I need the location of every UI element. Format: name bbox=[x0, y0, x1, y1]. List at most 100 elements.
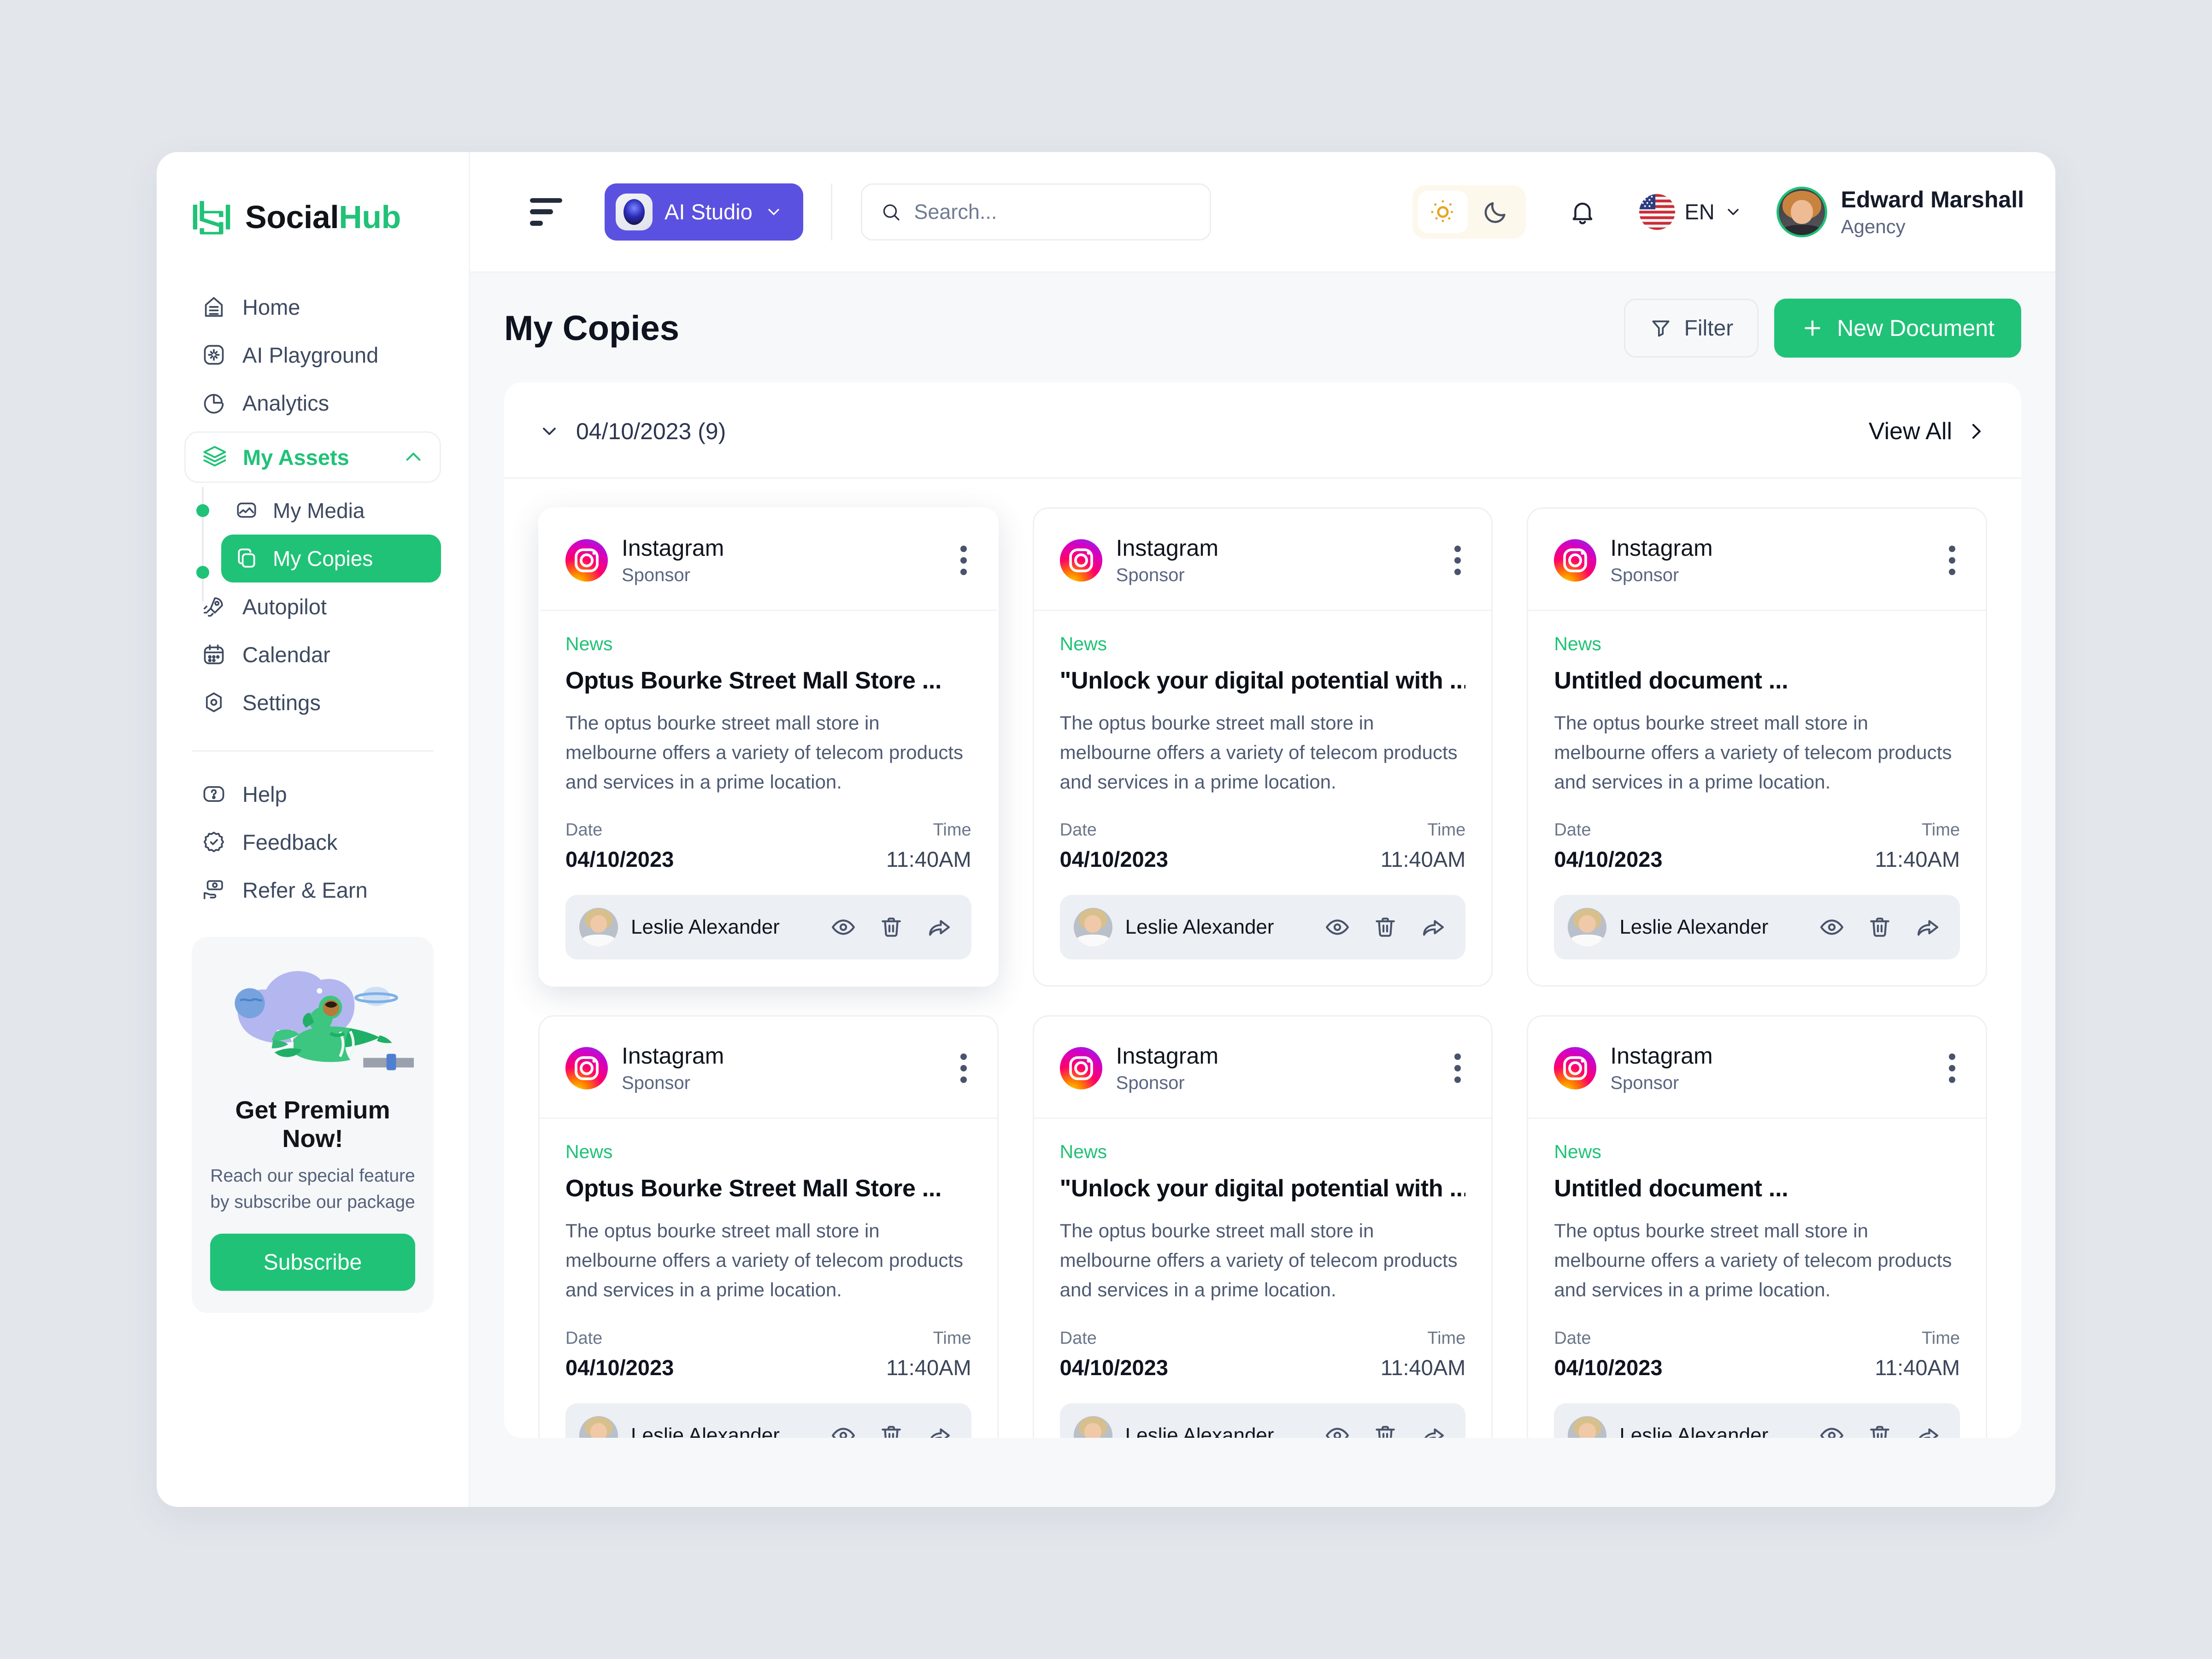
card-footer: Leslie Alexander bbox=[565, 1403, 971, 1438]
hamburger-menu-icon[interactable] bbox=[530, 198, 562, 226]
filter-button[interactable]: Filter bbox=[1624, 299, 1759, 358]
copy-card-4[interactable]: Instagram Sponsor News Optus Bourke Stre… bbox=[538, 1015, 999, 1438]
card-date-label: Date bbox=[1059, 820, 1097, 840]
kebab-menu-icon[interactable] bbox=[1450, 541, 1465, 580]
bell-icon[interactable] bbox=[1568, 196, 1597, 228]
sidebar-item-label: Help bbox=[242, 782, 287, 806]
chevron-down-icon bbox=[768, 208, 779, 215]
card-date-col: Date 04/10/2023 bbox=[1060, 820, 1168, 872]
instagram-logo-icon bbox=[1554, 539, 1597, 582]
card-source-name: Instagram bbox=[1610, 535, 1713, 561]
sidebar-item-feedback[interactable]: Feedback bbox=[184, 818, 441, 866]
eye-icon[interactable] bbox=[1324, 1423, 1350, 1438]
sidebar-item-calendar[interactable]: Calendar bbox=[184, 630, 441, 678]
date-group-toggle[interactable]: 04/10/2023 (9) bbox=[538, 418, 726, 445]
sidebar-item-my-media[interactable]: My Media bbox=[221, 487, 441, 535]
filter-funnel-icon bbox=[1652, 320, 1670, 337]
kebab-menu-icon[interactable] bbox=[956, 541, 971, 580]
card-footer: Leslie Alexander bbox=[1554, 1403, 1960, 1438]
content-area: My Copies Filter New Document 04/10/2023… bbox=[470, 273, 2055, 1507]
sidebar-item-analytics[interactable]: Analytics bbox=[184, 379, 441, 427]
sidebar-item-label: Feedback bbox=[242, 830, 338, 854]
author-name: Leslie Alexander bbox=[1619, 1424, 1769, 1438]
sidebar-item-help[interactable]: Help bbox=[184, 770, 441, 818]
new-document-button[interactable]: New Document bbox=[1774, 299, 2021, 358]
sidebar-item-my-copies[interactable]: My Copies bbox=[221, 535, 441, 582]
card-description: The optus bourke street mall store in me… bbox=[1059, 1220, 1458, 1301]
card-date-value: 04/10/2023 bbox=[1059, 1355, 1168, 1380]
card-date-value: 04/10/2023 bbox=[565, 847, 674, 872]
view-all-link[interactable]: View All bbox=[1869, 418, 1987, 445]
app-window: SocialHub Home AI Playground Analytics M… bbox=[157, 152, 2055, 1507]
sidebar-item-autopilot[interactable]: Autopilot bbox=[184, 582, 441, 630]
copy-card-2[interactable]: Instagram Sponsor News "Unlock your digi… bbox=[1032, 507, 1493, 987]
share-icon[interactable] bbox=[1420, 1423, 1446, 1438]
new-document-button-label: New Document bbox=[1837, 315, 1994, 341]
trash-icon[interactable] bbox=[1372, 1423, 1398, 1438]
profile-role: Agency bbox=[1841, 215, 1906, 237]
sidebar-item-settings[interactable]: Settings bbox=[184, 678, 441, 726]
card-header: Instagram Sponsor bbox=[1034, 509, 1492, 611]
card-actions bbox=[830, 1423, 952, 1438]
eye-icon[interactable] bbox=[1324, 914, 1350, 940]
card-title: Optus Bourke Street Mall Store ... bbox=[565, 1175, 942, 1202]
author-avatar bbox=[1073, 1416, 1112, 1438]
copy-card-1[interactable]: Instagram Sponsor News Optus Bourke Stre… bbox=[538, 507, 999, 987]
share-icon[interactable] bbox=[1915, 914, 1941, 940]
card-body: News Optus Bourke Street Mall Store ... … bbox=[540, 611, 997, 872]
card-meta-row: Date 04/10/2023 Time 11:40AM bbox=[565, 820, 971, 872]
search-icon bbox=[883, 204, 900, 220]
copies-stack-icon bbox=[235, 547, 259, 571]
eye-icon[interactable] bbox=[830, 1423, 856, 1438]
copy-card-5[interactable]: Instagram Sponsor News "Unlock your digi… bbox=[1032, 1015, 1493, 1438]
theme-light-option[interactable] bbox=[1418, 190, 1468, 233]
subscribe-button[interactable]: Subscribe bbox=[210, 1234, 415, 1291]
card-description: The optus bourke street mall store in me… bbox=[1554, 712, 1952, 793]
sidebar-divider bbox=[192, 750, 434, 752]
brand-logo-area[interactable]: SocialHub bbox=[157, 180, 469, 237]
author-name: Leslie Alexander bbox=[1125, 1424, 1274, 1438]
trash-icon[interactable] bbox=[1372, 914, 1398, 940]
profile-menu[interactable]: Edward Marshall Agency bbox=[1776, 186, 2024, 238]
sidebar: SocialHub Home AI Playground Analytics M… bbox=[157, 152, 470, 1507]
search-input[interactable] bbox=[914, 200, 1191, 224]
card-source-sub: Sponsor bbox=[1610, 565, 1679, 585]
kebab-menu-icon[interactable] bbox=[1944, 541, 1960, 580]
sidebar-group-my-assets[interactable]: My Assets bbox=[184, 431, 441, 483]
copy-card-3[interactable]: Instagram Sponsor News Untitled document… bbox=[1527, 507, 1987, 987]
share-icon[interactable] bbox=[1915, 1423, 1941, 1438]
trash-icon[interactable] bbox=[878, 1423, 904, 1438]
card-source-sub: Sponsor bbox=[1116, 1073, 1185, 1094]
subnav-dot bbox=[196, 504, 209, 517]
share-icon[interactable] bbox=[926, 1423, 952, 1438]
card-title: "Unlock your digital potential with ... bbox=[1059, 1175, 1466, 1202]
sidebar-item-home[interactable]: Home bbox=[184, 283, 441, 331]
card-header: Instagram Sponsor bbox=[1034, 1017, 1492, 1119]
kebab-menu-icon[interactable] bbox=[1450, 1049, 1465, 1088]
sidebar-item-ai-playground[interactable]: AI Playground bbox=[184, 331, 441, 379]
search-box[interactable] bbox=[860, 183, 1211, 241]
eye-icon[interactable] bbox=[1819, 914, 1845, 940]
trash-icon[interactable] bbox=[1867, 1423, 1893, 1438]
ai-studio-dropdown[interactable]: AI Studio bbox=[605, 183, 803, 241]
card-source-sub: Sponsor bbox=[1116, 565, 1185, 585]
chevron-up-icon[interactable] bbox=[403, 447, 424, 468]
card-source-name: Instagram bbox=[1116, 1043, 1218, 1069]
share-icon[interactable] bbox=[1420, 914, 1446, 940]
eye-icon[interactable] bbox=[1819, 1423, 1845, 1438]
share-icon[interactable] bbox=[926, 914, 952, 940]
page-title: My Copies bbox=[504, 308, 680, 348]
sidebar-subitem-label: My Copies bbox=[273, 547, 373, 571]
sidebar-item-refer-earn[interactable]: Refer & Earn bbox=[184, 866, 441, 914]
language-selector[interactable]: EN bbox=[1639, 194, 1742, 230]
copy-card-6[interactable]: Instagram Sponsor News Untitled document… bbox=[1527, 1015, 1987, 1438]
kebab-menu-icon[interactable] bbox=[1944, 1049, 1960, 1088]
trash-icon[interactable] bbox=[878, 914, 904, 940]
kebab-menu-icon[interactable] bbox=[956, 1049, 971, 1088]
card-header: Instagram Sponsor bbox=[1528, 1017, 1986, 1119]
theme-toggle[interactable] bbox=[1412, 185, 1526, 239]
theme-dark-option[interactable] bbox=[1471, 191, 1520, 233]
trash-icon[interactable] bbox=[1867, 914, 1893, 940]
sidebar-nav: Home AI Playground Analytics My Assets M… bbox=[157, 283, 469, 914]
eye-icon[interactable] bbox=[830, 914, 856, 940]
